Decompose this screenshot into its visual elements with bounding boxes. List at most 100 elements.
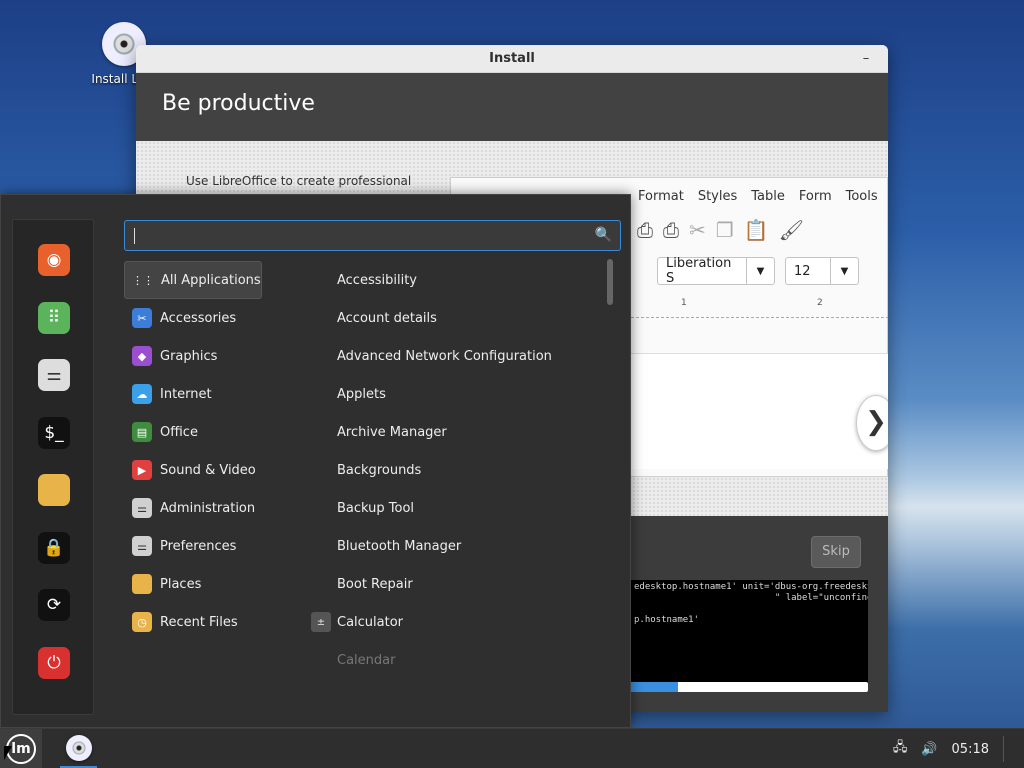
app-item[interactable]: Applets	[307, 375, 603, 413]
ruler-mark: 2	[817, 298, 823, 308]
window-titlebar[interactable]: Install –	[136, 45, 888, 73]
app-label: Archive Manager	[337, 424, 447, 440]
document-icon: ▤	[132, 422, 152, 442]
category-label: Places	[160, 576, 202, 592]
application-menu: ◉ ⠿ ⚌ $_ 🔒 ⟳ ⏻ 🔍 ⋮⋮ All Applications ✂ Accessorie…	[0, 194, 631, 728]
category-label: Recent Files	[160, 614, 238, 630]
mouse-cursor	[4, 746, 12, 760]
category-label: Administration	[160, 500, 256, 516]
chevron-down-icon: ▼	[830, 258, 858, 284]
minimize-button[interactable]: –	[856, 45, 876, 73]
app-item[interactable]: Bluetooth Manager	[307, 527, 603, 565]
app-item[interactable]: Advanced Network Configuration	[307, 337, 603, 375]
lo-toolbar: ⎙ ⎙ ✂ ❐ 📋 🖌	[637, 218, 804, 242]
category-label: All Applications	[161, 272, 261, 288]
lo-menu-item: Format	[638, 188, 684, 204]
folder-icon	[132, 574, 152, 594]
lo-font-controls: Liberation S ▼ 12 ▼	[657, 256, 859, 286]
system-tray: 🖧 🔊 05:18	[893, 729, 1004, 768]
bottom-panel: lm 🖧 🔊 05:18	[0, 728, 1024, 768]
app-label: Account details	[337, 310, 437, 326]
font-name-combo: Liberation S ▼	[657, 256, 775, 286]
category-item[interactable]: ▶ Sound & Video	[124, 451, 314, 489]
app-label: Calculator	[337, 614, 404, 630]
skip-button[interactable]: Skip	[811, 536, 861, 568]
app-item[interactable]: Calendar	[307, 641, 603, 679]
install-progress-bar	[630, 682, 868, 692]
lo-menu-item: Table	[751, 188, 785, 204]
search-input[interactable]: 🔍	[124, 220, 621, 251]
category-item[interactable]: Places	[124, 565, 314, 603]
app-label: Calendar	[337, 652, 396, 668]
scrollbar[interactable]	[607, 259, 613, 305]
print-preview-icon: ⎙	[663, 218, 679, 242]
app-label: Backup Tool	[337, 500, 415, 516]
lo-menubar: Format Styles Table Form Tools	[631, 178, 885, 214]
app-item[interactable]: Archive Manager	[307, 413, 603, 451]
category-item[interactable]: ◆ Graphics	[124, 337, 314, 375]
disc-icon	[65, 734, 92, 761]
firefox-icon[interactable]: ◉	[38, 244, 70, 276]
font-size-combo: 12 ▼	[785, 257, 859, 285]
window-title: Install	[489, 51, 535, 66]
volume-icon[interactable]: 🔊	[921, 742, 937, 757]
app-item[interactable]: ± Calculator	[307, 603, 603, 641]
network-icon[interactable]: 🖧	[893, 738, 908, 760]
play-icon: ▶	[132, 460, 152, 480]
category-label: Accessories	[160, 310, 237, 326]
toggle-icon: ⚌	[132, 498, 152, 518]
search-icon: 🔍	[594, 227, 612, 243]
tray-separator	[1003, 736, 1004, 762]
power-off-icon[interactable]: ⏻	[38, 646, 70, 679]
files-folder-icon[interactable]	[38, 474, 70, 506]
category-item[interactable]: ◷ Recent Files	[124, 603, 314, 641]
app-label: Backgrounds	[337, 462, 422, 478]
app-label: Advanced Network Configuration	[337, 348, 552, 364]
software-manager-icon[interactable]: ⠿	[38, 301, 70, 334]
taskbar-installer-button[interactable]	[60, 729, 97, 768]
recent-folder-icon: ◷	[132, 612, 152, 632]
app-item[interactable]: Accessibility	[307, 261, 603, 299]
category-item[interactable]: ⋮⋮ All Applications	[124, 261, 262, 299]
app-item[interactable]: Backup Tool	[307, 489, 603, 527]
category-item[interactable]: ⚌ Preferences	[124, 527, 314, 565]
scissors-icon: ✂	[132, 308, 152, 328]
app-label: Bluetooth Manager	[337, 538, 462, 554]
category-label: Internet	[160, 386, 212, 402]
font-name-value: Liberation S	[666, 256, 732, 286]
app-label: Boot Repair	[337, 576, 413, 592]
text-caret	[134, 228, 135, 244]
app-item[interactable]: Boot Repair	[307, 565, 603, 603]
category-item[interactable]: ☁ Internet	[124, 375, 314, 413]
font-size-value: 12	[794, 263, 811, 279]
app-label: Accessibility	[337, 272, 417, 288]
lock-screen-icon[interactable]: 🔒	[38, 531, 70, 564]
lo-menu-item: Form	[798, 188, 832, 204]
progress-fill	[630, 682, 678, 692]
palette-icon: ◆	[132, 346, 152, 366]
toggle-icon: ⚌	[132, 536, 152, 556]
category-label: Graphics	[160, 348, 218, 364]
paste-icon: 📋	[743, 218, 769, 242]
category-list: ⋮⋮ All Applications ✂ Accessories ◆ Graphics ☁…	[124, 261, 314, 641]
next-slide-button[interactable]: ❯	[856, 395, 888, 451]
settings-toggle-icon[interactable]: ⚌	[38, 359, 70, 391]
slide-banner: Be productive	[136, 73, 888, 141]
grid-icon: ⋮⋮	[132, 270, 154, 290]
lo-ruler: 1 2	[631, 296, 888, 318]
category-label: Sound & Video	[160, 462, 256, 478]
slide-text: Use LibreOffice to create professional	[186, 174, 412, 188]
cloud-icon: ☁	[132, 384, 152, 404]
category-item[interactable]: ✂ Accessories	[124, 299, 314, 337]
app-item[interactable]: Account details	[307, 299, 603, 337]
category-item[interactable]: ▤ Office	[124, 413, 314, 451]
category-item[interactable]: ⚌ Administration	[124, 489, 314, 527]
print-icon: ⎙	[637, 218, 653, 242]
terminal-icon[interactable]: $_	[38, 416, 70, 449]
app-item[interactable]: Backgrounds	[307, 451, 603, 489]
clock[interactable]: 05:18	[952, 742, 989, 757]
lo-menu-item: Styles	[697, 188, 738, 204]
ruler-mark: 1	[681, 298, 687, 308]
logout-icon[interactable]: ⟳	[38, 589, 70, 621]
install-log-terminal: edesktop.hostname1' unit='dbus-org.freed…	[630, 580, 868, 684]
